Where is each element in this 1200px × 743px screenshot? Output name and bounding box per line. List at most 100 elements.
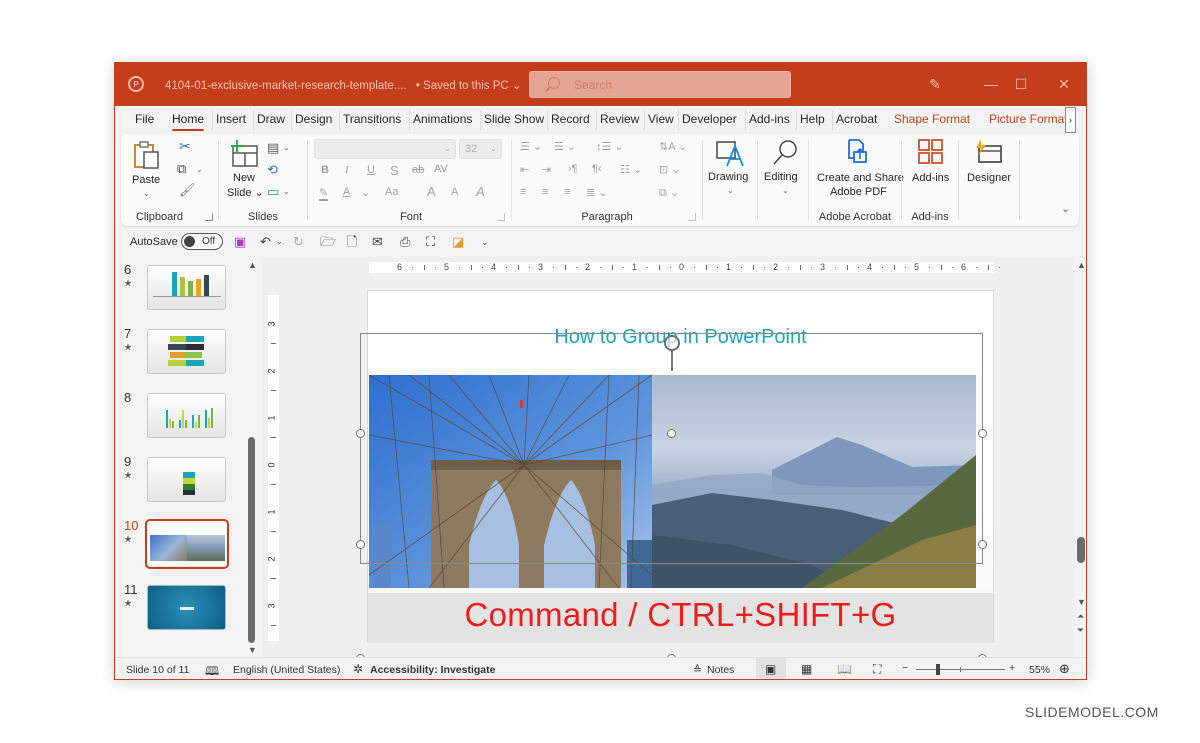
save-icon[interactable]: ▣ bbox=[234, 234, 246, 250]
tab-shape-format[interactable]: Shape Format bbox=[894, 112, 970, 126]
slide-caption[interactable]: Command / CTRL+SHIFT+G bbox=[368, 596, 993, 634]
italic-button[interactable]: I bbox=[345, 164, 349, 176]
create-pdf-icon[interactable] bbox=[845, 138, 869, 166]
bold-button[interactable]: B bbox=[321, 164, 329, 176]
scroll-down-icon[interactable]: ▼ bbox=[248, 645, 257, 655]
print-preview-icon[interactable]: ⎙ bbox=[400, 234, 410, 250]
change-case-button[interactable]: Aa bbox=[385, 186, 398, 198]
slide-thumbnail-10[interactable] bbox=[145, 519, 229, 569]
rotate-handle[interactable] bbox=[664, 335, 680, 351]
start-slideshow-icon[interactable]: ⛶ bbox=[426, 234, 435, 250]
tab-insert[interactable]: Insert bbox=[211, 110, 246, 130]
tab-add-ins[interactable]: Add-ins bbox=[745, 110, 790, 130]
editor-scrollbar[interactable]: ▲ ▼ ⏶ ⏷ bbox=[1077, 257, 1086, 657]
underline-button[interactable]: U bbox=[367, 164, 375, 176]
justify-icon[interactable]: ≣ ⌄ bbox=[586, 186, 608, 199]
tab-draw[interactable]: Draw bbox=[252, 110, 285, 130]
open-icon[interactable]: 🗁 bbox=[320, 234, 336, 250]
reading-view-icon[interactable]: 📖 bbox=[837, 662, 852, 676]
ltr-icon[interactable]: ›¶ bbox=[568, 163, 578, 175]
clear-formatting-button[interactable]: A bbox=[476, 184, 485, 199]
scroll-up-icon[interactable]: ▲ bbox=[248, 260, 257, 270]
add-ins-icon[interactable] bbox=[917, 138, 945, 166]
accessibility-status[interactable]: Accessibility: Investigate bbox=[370, 664, 495, 676]
next-slide-icon[interactable]: ⏷ bbox=[1077, 625, 1084, 636]
scrollbar-thumb[interactable] bbox=[1077, 537, 1085, 563]
text-shadow-button[interactable]: S bbox=[390, 163, 399, 178]
text-direction-icon[interactable]: ⇅A ⌄ bbox=[659, 140, 687, 153]
previous-slide-icon[interactable]: ⏶ bbox=[1077, 611, 1084, 622]
editing-button[interactable]: Editing bbox=[764, 171, 798, 183]
dialog-launcher-icon[interactable] bbox=[688, 213, 696, 221]
document-title[interactable]: 4104-01-exclusive-market-research-templa… bbox=[165, 78, 522, 92]
tab-design[interactable]: Design bbox=[290, 110, 332, 130]
pen-sparkle-icon[interactable]: ✎ bbox=[923, 73, 947, 95]
designer-button[interactable]: Designer bbox=[967, 172, 1011, 184]
close-button[interactable]: ✕ bbox=[1052, 73, 1076, 95]
resize-handle-top[interactable] bbox=[667, 429, 676, 438]
scrollbar-thumb[interactable] bbox=[248, 437, 255, 643]
designer-icon[interactable] bbox=[973, 138, 1003, 166]
chevron-down-icon[interactable]: ⌄ bbox=[727, 186, 734, 195]
resize-handle-left[interactable] bbox=[356, 540, 365, 549]
slide-sorter-icon[interactable]: ▦ bbox=[801, 662, 812, 676]
columns-icon[interactable]: ☷ ⌄ bbox=[620, 163, 642, 176]
line-spacing-icon[interactable]: ↕☰ ⌄ bbox=[596, 140, 624, 153]
drawing-icon[interactable] bbox=[715, 140, 745, 168]
thumbnail-scrollbar[interactable]: ▲ ▼ bbox=[246, 257, 258, 657]
tab-picture-format[interactable]: Picture Format bbox=[989, 112, 1068, 126]
smartart-icon[interactable]: ⧉ ⌄ bbox=[659, 186, 679, 200]
increase-indent-icon[interactable]: ⇥ bbox=[542, 163, 551, 176]
drawing-button[interactable]: Drawing bbox=[708, 171, 748, 183]
increase-font-size-button[interactable]: A bbox=[427, 184, 436, 199]
decrease-font-size-button[interactable]: A bbox=[451, 186, 458, 198]
scroll-up-icon[interactable]: ▲ bbox=[1077, 260, 1086, 270]
slide-thumbnail-6[interactable] bbox=[147, 265, 226, 310]
tab-transitions[interactable]: Transitions bbox=[338, 110, 401, 130]
maximize-button[interactable]: ☐ bbox=[1009, 73, 1033, 95]
create-share-pdf-button[interactable]: Create and Share bbox=[817, 172, 904, 184]
font-size-select[interactable]: 32 ⌄ bbox=[459, 139, 502, 159]
tab-file[interactable]: File bbox=[135, 112, 154, 126]
tab-view[interactable]: View bbox=[644, 110, 674, 130]
fit-to-window-icon[interactable]: ⊕ bbox=[1059, 661, 1070, 677]
zoom-slider-thumb[interactable] bbox=[936, 664, 940, 675]
resize-handle-top-right[interactable] bbox=[978, 429, 987, 438]
dialog-launcher-icon[interactable] bbox=[497, 213, 505, 221]
align-right-icon[interactable]: ≡ bbox=[564, 186, 570, 198]
search-icon[interactable] bbox=[770, 138, 800, 168]
font-color-dropdown[interactable]: ⌄ bbox=[361, 186, 370, 199]
tab-animations[interactable]: Animations bbox=[408, 110, 472, 130]
chevron-down-icon[interactable]: ⌄ bbox=[276, 234, 283, 250]
scroll-down-icon[interactable]: ▼ bbox=[1077, 597, 1086, 607]
tab-slide-show[interactable]: Slide Show bbox=[479, 110, 544, 130]
tab-acrobat[interactable]: Acrobat bbox=[831, 110, 877, 130]
notes-button[interactable]: Notes bbox=[707, 664, 734, 676]
autosave-toggle[interactable]: Off bbox=[181, 233, 223, 250]
tab-scroll-right-button[interactable]: › bbox=[1065, 107, 1076, 133]
collapse-ribbon-button[interactable]: ⌄ bbox=[1061, 202, 1070, 215]
numbering-icon[interactable]: ☰ ⌄ bbox=[554, 140, 576, 153]
add-ins-button[interactable]: Add-ins bbox=[912, 172, 949, 184]
email-icon[interactable]: ✉ bbox=[372, 234, 383, 250]
tab-home[interactable]: Home bbox=[172, 112, 205, 131]
chevron-down-icon[interactable]: ⌄ bbox=[782, 186, 789, 195]
align-center-icon[interactable]: ≡ bbox=[542, 186, 548, 198]
font-name-select[interactable]: ⌄ bbox=[314, 139, 456, 159]
tab-record[interactable]: Record bbox=[547, 110, 590, 130]
redo-icon[interactable]: ↻ bbox=[293, 234, 304, 250]
highlight-icon[interactable]: ✎ bbox=[319, 186, 329, 201]
align-text-icon[interactable]: ⊡ ⌄ bbox=[659, 163, 681, 176]
rtl-icon[interactable]: ¶‹ bbox=[592, 163, 602, 175]
align-left-icon[interactable]: ≡ bbox=[520, 186, 526, 198]
accessibility-icon[interactable]: ✲ bbox=[353, 662, 363, 676]
strikethrough-button[interactable]: ab bbox=[412, 164, 424, 176]
decrease-indent-icon[interactable]: ⇤ bbox=[520, 163, 529, 176]
bring-forward-icon[interactable]: ◪ bbox=[452, 234, 464, 250]
zoom-in-button[interactable]: + bbox=[1009, 662, 1015, 674]
zoom-out-button[interactable]: − bbox=[902, 662, 908, 674]
tab-developer[interactable]: Developer bbox=[678, 110, 737, 130]
slide-thumbnail-8[interactable] bbox=[147, 393, 226, 438]
undo-icon[interactable]: ↶ bbox=[260, 234, 271, 250]
spelling-check-icon[interactable]: 🕮 bbox=[205, 662, 219, 679]
